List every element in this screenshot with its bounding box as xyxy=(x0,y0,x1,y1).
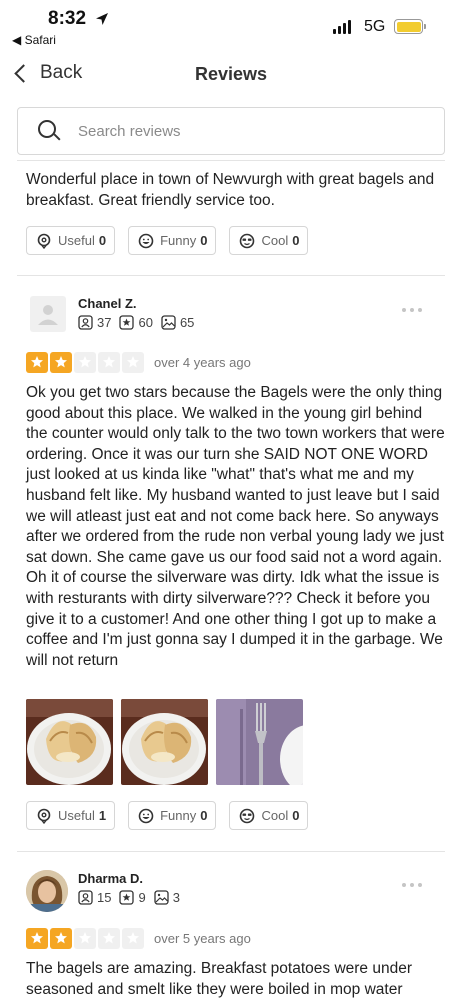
user-name[interactable]: Dharma D. xyxy=(78,871,143,886)
cool-label: Cool xyxy=(261,808,289,823)
review-actions: Useful 0 Funny 0 Cool 0 xyxy=(26,226,309,255)
reviews-count-stat: 60 xyxy=(119,315,153,330)
cool-button[interactable]: Cool 0 xyxy=(229,801,309,830)
useful-count: 0 xyxy=(98,233,107,248)
star-filled-icon xyxy=(50,927,72,949)
star-outline-icon xyxy=(119,315,135,330)
useful-label: Useful xyxy=(58,808,95,823)
status-time: 8:32 xyxy=(48,8,87,29)
funny-count: 0 xyxy=(200,233,208,248)
divider xyxy=(17,851,445,852)
more-options-icon[interactable] xyxy=(402,308,422,312)
cool-count: 0 xyxy=(292,808,300,823)
lightbulb-icon xyxy=(36,808,52,824)
review-date: over 5 years ago xyxy=(154,930,251,946)
battery-tip xyxy=(424,24,426,29)
star-empty-icon xyxy=(74,927,96,949)
review-user-row: Chanel Z. 37 60 65 xyxy=(26,296,446,336)
sunglasses-face-icon xyxy=(239,808,255,824)
signal-strength-icon xyxy=(333,20,351,34)
network-type: 5G xyxy=(364,18,386,35)
star-rating xyxy=(26,927,144,949)
friends-icon xyxy=(78,315,93,330)
bagel-plate-photo[interactable] xyxy=(121,699,208,785)
user-photo-avatar[interactable] xyxy=(26,870,68,912)
divider xyxy=(17,275,445,276)
funny-face-icon xyxy=(138,808,154,824)
friends-count-stat: 15 xyxy=(78,890,111,905)
lightbulb-icon xyxy=(36,233,52,249)
reviews-count: 60 xyxy=(138,315,153,330)
funny-button[interactable]: Funny 0 xyxy=(128,801,217,830)
friends-count-stat: 37 xyxy=(78,315,111,330)
location-arrow-icon xyxy=(95,12,109,31)
status-bar: 8:32 ◀ Safari 5G xyxy=(0,0,462,52)
cool-button[interactable]: Cool 0 xyxy=(229,226,309,255)
funny-button[interactable]: Funny 0 xyxy=(128,226,217,255)
star-empty-icon xyxy=(122,351,144,373)
star-empty-icon xyxy=(74,351,96,373)
star-filled-icon xyxy=(50,351,72,373)
divider xyxy=(17,160,445,161)
page-title: Reviews xyxy=(194,64,268,84)
silverware-photo[interactable] xyxy=(216,699,303,785)
star-filled-icon xyxy=(26,927,48,949)
friends-count: 37 xyxy=(97,315,112,330)
star-outline-icon xyxy=(119,890,135,905)
funny-face-icon xyxy=(138,233,154,249)
default-avatar-icon[interactable] xyxy=(30,296,66,332)
rating-row: over 4 years ago xyxy=(26,351,251,373)
funny-label: Funny xyxy=(160,233,197,248)
rating-row: over 5 years ago xyxy=(26,927,251,949)
battery-icon xyxy=(394,19,423,34)
useful-button[interactable]: Useful 0 xyxy=(26,226,116,255)
sunglasses-face-icon xyxy=(239,233,255,249)
review-actions: Useful 1 Funny 0 Cool 0 xyxy=(26,801,309,830)
search-bar[interactable] xyxy=(17,107,445,155)
more-options-icon[interactable] xyxy=(402,883,422,887)
user-stats: 15 9 3 xyxy=(78,890,188,905)
photos-count: 65 xyxy=(179,315,195,330)
search-icon xyxy=(38,120,61,142)
funny-count: 0 xyxy=(200,808,208,823)
review-text: The bagels are amazing. Breakfast potato… xyxy=(26,960,413,998)
friends-icon xyxy=(78,890,93,905)
user-stats: 37 60 65 xyxy=(78,315,202,330)
cool-label: Cool xyxy=(261,233,289,248)
back-to-safari-link[interactable]: ◀ Safari xyxy=(12,33,56,47)
star-filled-icon xyxy=(26,351,48,373)
useful-button[interactable]: Useful 1 xyxy=(26,801,116,830)
star-empty-icon xyxy=(98,351,120,373)
search-input[interactable] xyxy=(78,122,408,140)
photos-count-stat: 3 xyxy=(154,890,180,905)
photos-count-stat: 65 xyxy=(161,315,194,330)
reviews-count: 9 xyxy=(138,890,146,905)
user-name[interactable]: Chanel Z. xyxy=(78,296,137,311)
useful-count: 1 xyxy=(98,808,107,823)
friends-count: 15 xyxy=(97,890,112,905)
photo-icon xyxy=(161,315,176,330)
review-date: over 4 years ago xyxy=(154,354,251,370)
bagel-plate-photo[interactable] xyxy=(26,699,113,785)
review-text: Ok you get two stars because the Bagels … xyxy=(26,384,445,669)
photos-count: 3 xyxy=(172,890,180,905)
battery-level xyxy=(396,21,421,32)
review-text: Wonderful place in town of Newvurgh with… xyxy=(26,171,435,209)
review-photos xyxy=(26,699,303,785)
navigation-bar: Back Reviews xyxy=(0,58,462,92)
star-empty-icon xyxy=(122,927,144,949)
star-rating xyxy=(26,351,144,373)
reviews-count-stat: 9 xyxy=(119,890,146,905)
funny-label: Funny xyxy=(160,808,197,823)
review-user-row: Dharma D. 15 9 3 xyxy=(26,870,446,912)
useful-label: Useful xyxy=(58,233,95,248)
photo-icon xyxy=(154,890,169,905)
star-empty-icon xyxy=(98,927,120,949)
cool-count: 0 xyxy=(292,233,300,248)
